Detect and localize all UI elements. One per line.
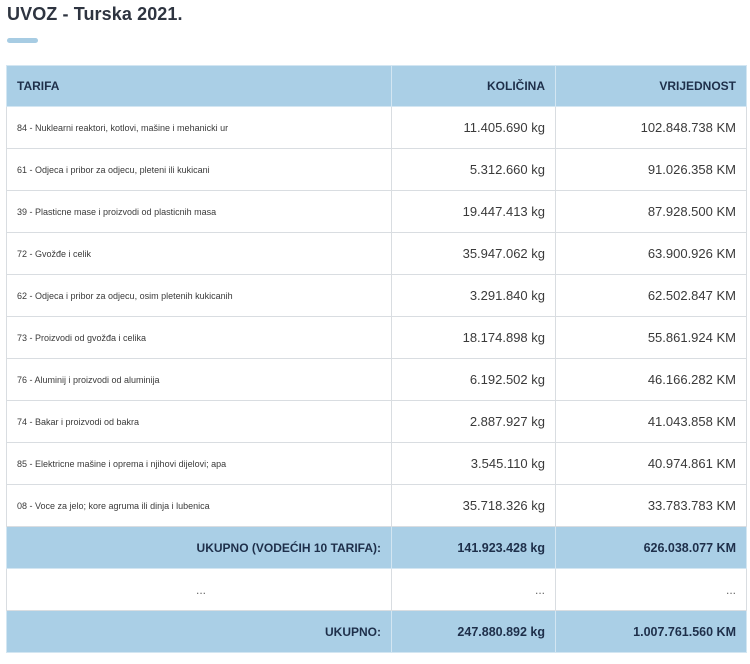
column-header-tarifa: TARIFA	[6, 65, 392, 107]
cell-tarifa: 73 - Proizvodi od gvožđa i celika	[6, 316, 392, 359]
table-row: 39 - Plasticne mase i proizvodi od plast…	[6, 190, 747, 233]
cell-vrijednost: 91.026.358 KM	[555, 148, 747, 191]
cell-tarifa: 72 - Gvožđe i celik	[6, 232, 392, 275]
cell-vrijednost: 63.900.926 KM	[555, 232, 747, 275]
cell-vrijednost: 87.928.500 KM	[555, 190, 747, 233]
cell-vrijednost: 41.043.858 KM	[555, 400, 747, 443]
cell-tarifa: 74 - Bakar i proizvodi od bakra	[6, 400, 392, 443]
title-underline	[7, 38, 38, 43]
cell-tarifa: 84 - Nuklearni reaktori, kotlovi, mašine…	[6, 106, 392, 149]
cell-kolicina: 19.447.413 kg	[391, 190, 556, 233]
cell-tarifa: 85 - Elektricne mašine i oprema i njihov…	[6, 442, 392, 485]
table-header-row: TARIFA KOLIČINA VRIJEDNOST	[6, 65, 747, 107]
cell-vrijednost: 46.166.282 KM	[555, 358, 747, 401]
cell-vrijednost: 40.974.861 KM	[555, 442, 747, 485]
ellipsis-kolicina: ...	[391, 568, 556, 611]
subtotal-row: UKUPNO (VODEĆIH 10 TARIFA): 141.923.428 …	[6, 526, 747, 569]
total-kolicina: 247.880.892 kg	[391, 610, 556, 653]
table-row: 85 - Elektricne mašine i oprema i njihov…	[6, 442, 747, 485]
column-header-kolicina: KOLIČINA	[391, 65, 556, 107]
subtotal-vrijednost: 626.038.077 KM	[555, 526, 747, 569]
total-vrijednost: 1.007.761.560 KM	[555, 610, 747, 653]
subtotal-label: UKUPNO (VODEĆIH 10 TARIFA):	[6, 526, 392, 569]
cell-vrijednost: 62.502.847 KM	[555, 274, 747, 317]
cell-kolicina: 35.718.326 kg	[391, 484, 556, 527]
cell-kolicina: 6.192.502 kg	[391, 358, 556, 401]
cell-tarifa: 61 - Odjeca i pribor za odjecu, pleteni …	[6, 148, 392, 191]
cell-tarifa: 08 - Voce za jelo; kore agruma ili dinja…	[6, 484, 392, 527]
cell-kolicina: 3.291.840 kg	[391, 274, 556, 317]
cell-kolicina: 2.887.927 kg	[391, 400, 556, 443]
table-row: 84 - Nuklearni reaktori, kotlovi, mašine…	[6, 106, 747, 149]
total-row: UKUPNO: 247.880.892 kg 1.007.761.560 KM	[6, 610, 747, 653]
cell-tarifa: 39 - Plasticne mase i proizvodi od plast…	[6, 190, 392, 233]
table-row: 72 - Gvožđe i celik 35.947.062 kg 63.900…	[6, 232, 747, 275]
cell-kolicina: 3.545.110 kg	[391, 442, 556, 485]
cell-tarifa: 62 - Odjeca i pribor za odjecu, osim ple…	[6, 274, 392, 317]
import-table: TARIFA KOLIČINA VRIJEDNOST 84 - Nuklearn…	[6, 65, 747, 653]
table-row: 61 - Odjeca i pribor za odjecu, pleteni …	[6, 148, 747, 191]
table-row: 74 - Bakar i proizvodi od bakra 2.887.92…	[6, 400, 747, 443]
cell-vrijednost: 55.861.924 KM	[555, 316, 747, 359]
cell-kolicina: 18.174.898 kg	[391, 316, 556, 359]
cell-vrijednost: 102.848.738 KM	[555, 106, 747, 149]
table-row: 08 - Voce za jelo; kore agruma ili dinja…	[6, 484, 747, 527]
cell-kolicina: 35.947.062 kg	[391, 232, 556, 275]
cell-tarifa: 76 - Aluminij i proizvodi od aluminija	[6, 358, 392, 401]
cell-kolicina: 5.312.660 kg	[391, 148, 556, 191]
cell-kolicina: 11.405.690 kg	[391, 106, 556, 149]
cell-vrijednost: 33.783.783 KM	[555, 484, 747, 527]
subtotal-kolicina: 141.923.428 kg	[391, 526, 556, 569]
ellipsis-tarifa: ...	[6, 568, 392, 611]
ellipsis-row: ... ... ...	[6, 568, 747, 611]
table-row: 62 - Odjeca i pribor za odjecu, osim ple…	[6, 274, 747, 317]
table-row: 73 - Proizvodi od gvožđa i celika 18.174…	[6, 316, 747, 359]
table-row: 76 - Aluminij i proizvodi od aluminija 6…	[6, 358, 747, 401]
ellipsis-vrijednost: ...	[555, 568, 747, 611]
total-label: UKUPNO:	[6, 610, 392, 653]
column-header-vrijednost: VRIJEDNOST	[555, 65, 747, 107]
page-title: UVOZ - Turska 2021.	[7, 4, 183, 24]
